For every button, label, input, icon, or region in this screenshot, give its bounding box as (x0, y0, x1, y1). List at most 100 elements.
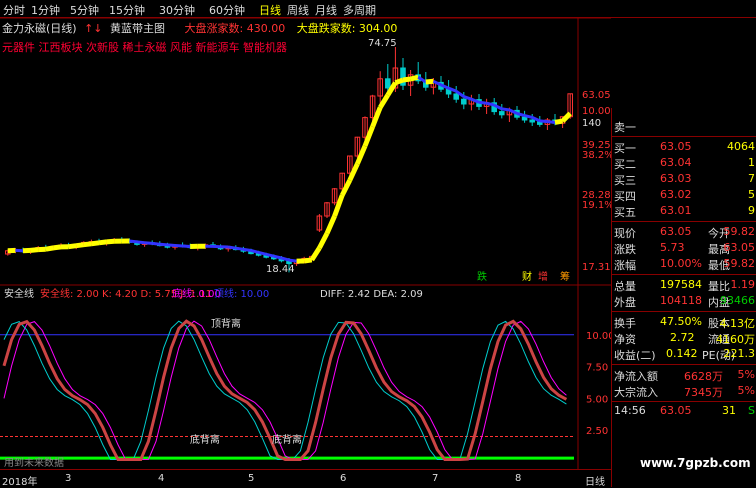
band-segment (243, 249, 251, 250)
band-segment (228, 247, 236, 248)
band-segment (31, 250, 39, 251)
band-segment (304, 260, 312, 261)
band-segment (137, 242, 145, 243)
band-segment (236, 248, 244, 249)
future-data-note: 用到未来数据 (4, 456, 64, 469)
price-axis: 63.0510.00%14039.2538.2%28.2819.1%17.31 (582, 90, 611, 273)
quote-panel: 卖一 买一63.054064 买二63.041 买三63.037 买四63.02… (611, 108, 756, 487)
band-segment (487, 103, 495, 105)
sub-axis-label: 5.00 (586, 394, 608, 405)
band-segment (365, 127, 373, 146)
sub-axis: 10.007.505.002.50 (586, 331, 611, 437)
band-segment (251, 251, 259, 253)
band-segment (145, 243, 153, 244)
band-segment (373, 107, 381, 126)
band-segment (411, 77, 419, 79)
date-axis: 2018年 3 4 5 6 7 8 日线 (0, 469, 611, 488)
quote-row-change: 涨跌5.73最高63.05 (614, 240, 756, 256)
band-segment (266, 254, 274, 256)
price-axis-label: 63.05 (582, 90, 611, 101)
month-5: 5 (248, 473, 254, 484)
tick-row: 14:5663.0531S (614, 403, 756, 419)
band-segment (502, 109, 510, 110)
band-segment (433, 81, 441, 85)
band-segment (107, 241, 115, 242)
price-axis-label: 38.2% (582, 150, 611, 161)
quote-row-netflow: 净流入额6628万5% (614, 367, 756, 383)
candle-body (386, 79, 391, 88)
band-segment (91, 243, 99, 244)
band-segment (312, 248, 320, 260)
band-segment (479, 102, 487, 103)
buy4-row[interactable]: 买四63.025 (614, 187, 756, 203)
band-segment (167, 245, 175, 246)
band-segment (335, 195, 343, 216)
month-3: 3 (65, 473, 71, 484)
watermark: www.7gpzb.com (640, 456, 751, 470)
band-segment (319, 233, 327, 248)
band-segment (547, 122, 555, 123)
candle-body (500, 112, 505, 115)
band-segment (540, 121, 548, 122)
buy5-row[interactable]: 买五63.019 (614, 203, 756, 219)
sub-axis-label: 2.50 (586, 426, 608, 437)
band-segment (183, 246, 191, 247)
band-segment (403, 79, 411, 80)
quote-row-eps: 收益(二)0.142PE(动)221.3 (614, 346, 756, 362)
band-segment (289, 260, 297, 261)
band-segment (342, 180, 350, 195)
quote-row-volume: 总量197584量比1.19 (614, 277, 756, 293)
quote-row-pct: 涨幅10.00%最低59.82 (614, 256, 756, 272)
month-4: 4 (158, 473, 164, 484)
band-segment (46, 248, 54, 249)
band-segment (395, 80, 403, 83)
band-segment (152, 243, 160, 244)
band-segment (76, 245, 84, 246)
month-7: 7 (432, 473, 438, 484)
price-axis-label: 10.00% (582, 106, 611, 117)
high-annotation: 74.75 (368, 38, 397, 49)
month-8: 8 (515, 473, 521, 484)
buy1-row[interactable]: 买一63.054064 (614, 139, 756, 155)
band-segment (129, 241, 137, 242)
quote-row-bigflow: 大宗流入7345万5% (614, 383, 756, 399)
top-divergence-label: 顶背离 (211, 317, 241, 330)
low-annotation: 18.44 (266, 264, 295, 275)
kline-chart[interactable]: 63.0510.00%14039.2538.2%28.2819.1%17.31 … (0, 0, 611, 469)
sub-indicator-name[interactable]: 安全线 (4, 287, 34, 300)
yellow-blue-band (8, 77, 570, 261)
band-segment (380, 95, 388, 107)
band-segment (160, 244, 168, 245)
band-segment (563, 113, 571, 121)
price-axis-label: 19.1% (582, 200, 611, 211)
macd-values: DIFF: 2.42 DEA: 2.09 (320, 289, 423, 300)
band-segment (259, 252, 267, 254)
year-label: 2018年 (2, 473, 37, 488)
bottom-divergence-label-2: 底背离 (272, 433, 302, 446)
band-segment (99, 242, 107, 243)
quote-row-price: 现价63.05今开59.82 (614, 224, 756, 240)
candle-body (462, 99, 467, 104)
signal-cai: 财 (522, 270, 532, 283)
band-segment (357, 146, 365, 164)
bottom-divergence-label-1: 底背离 (190, 433, 220, 446)
signal-fall: 跌 (477, 270, 487, 283)
band-segment (426, 81, 434, 82)
sell1-row[interactable]: 卖一 (614, 118, 756, 134)
price-axis-label: 140 (582, 118, 601, 129)
band-segment (555, 121, 563, 122)
buy2-row[interactable]: 买二63.041 (614, 155, 756, 171)
band-segment (327, 216, 335, 233)
quote-row-nav: 净资2.72流通4160万 (614, 330, 756, 346)
price-axis-label: 17.31 (582, 262, 611, 273)
month-6: 6 (340, 473, 346, 484)
band-segment (525, 116, 533, 118)
buy3-row[interactable]: 买三63.037 (614, 171, 756, 187)
candle-body (530, 120, 535, 122)
quote-row-outin: 外盘104118内盘93466 (614, 293, 756, 309)
candles-group (6, 47, 573, 272)
bottom-period-tab[interactable]: 日线 (585, 473, 605, 488)
band-segment (84, 244, 92, 245)
signal-chou: 筹 (560, 270, 570, 283)
signal-zeng: 增 (538, 270, 548, 283)
